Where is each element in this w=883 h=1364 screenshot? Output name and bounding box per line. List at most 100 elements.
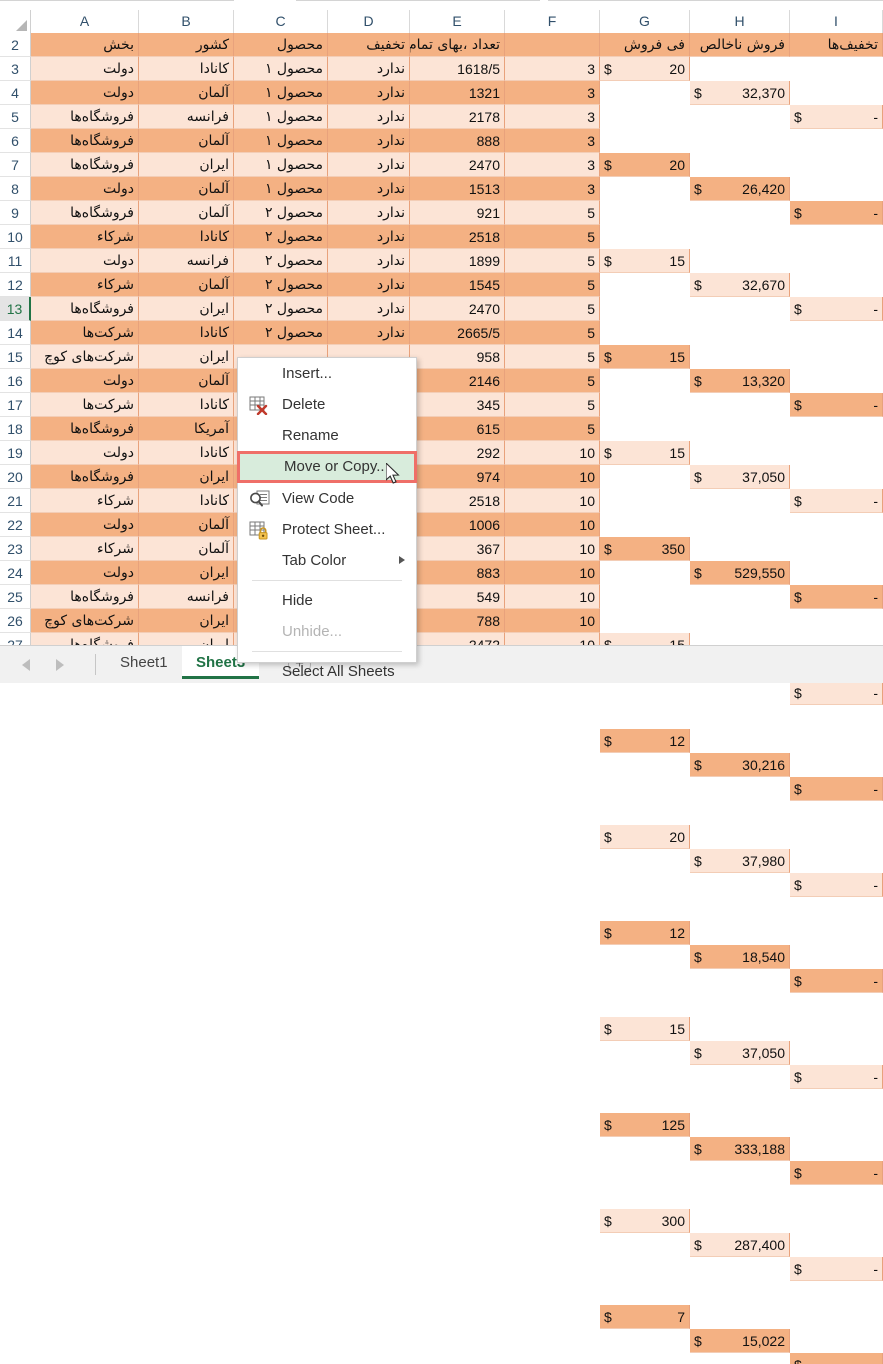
- cell-H5[interactable]: $32,670: [690, 273, 790, 297]
- cell-F22[interactable]: 10: [505, 513, 600, 537]
- cell-F24[interactable]: 10: [505, 561, 600, 585]
- cell-F18[interactable]: 5: [505, 417, 600, 441]
- cell-F25[interactable]: 10: [505, 585, 600, 609]
- cell-C2[interactable]: محصول: [234, 33, 328, 57]
- cell-H7[interactable]: $37,050: [690, 465, 790, 489]
- sheet-tab-bar[interactable]: Sheet1 Sheet3 +: [0, 645, 883, 683]
- cell-F3[interactable]: 3: [505, 57, 600, 81]
- cell-G5[interactable]: $15: [600, 249, 690, 273]
- cell-A3[interactable]: دولت: [31, 57, 139, 81]
- cell-F21[interactable]: 10: [505, 489, 600, 513]
- cell-C10[interactable]: محصول ۲: [234, 225, 328, 249]
- cell-D10[interactable]: ندارد: [328, 225, 410, 249]
- row-header-4[interactable]: 4: [0, 81, 31, 105]
- cell-I12[interactable]: $ -: [790, 969, 883, 993]
- row-header-18[interactable]: 18: [0, 417, 31, 441]
- cell-G13[interactable]: $15: [600, 1017, 690, 1041]
- cell-E2[interactable]: تعداد ،بهای تمام شده: [410, 33, 505, 57]
- row-header-9[interactable]: 9: [0, 201, 31, 225]
- cell-E8[interactable]: 1513: [410, 177, 505, 201]
- row-header-15[interactable]: 15: [0, 345, 31, 369]
- cell-B26[interactable]: ایران: [139, 609, 234, 633]
- cell-G8[interactable]: $350: [600, 537, 690, 561]
- cell-E21[interactable]: 2518: [410, 489, 505, 513]
- sheet-nav-arrows[interactable]: [18, 657, 80, 673]
- cell-F16[interactable]: 5: [505, 369, 600, 393]
- cell-A13[interactable]: فروشگاه‌ها: [31, 297, 139, 321]
- cell-E18[interactable]: 615: [410, 417, 505, 441]
- cell-H12[interactable]: $18,540: [690, 945, 790, 969]
- column-header-f[interactable]: F: [505, 10, 600, 33]
- row-header-7[interactable]: 7: [0, 153, 31, 177]
- menu-item-protect-sheet[interactable]: Protect Sheet...: [238, 514, 416, 545]
- cell-F17[interactable]: 5: [505, 393, 600, 417]
- cell-F26[interactable]: 10: [505, 609, 600, 633]
- cell-B12[interactable]: آلمان: [139, 273, 234, 297]
- row-header-21[interactable]: 21: [0, 489, 31, 513]
- cell-B4[interactable]: آلمان: [139, 81, 234, 105]
- cell-B18[interactable]: آمریکا: [139, 417, 234, 441]
- cell-E22[interactable]: 1006: [410, 513, 505, 537]
- cell-D7[interactable]: ندارد: [328, 153, 410, 177]
- column-header-e[interactable]: E: [410, 10, 505, 33]
- cell-E11[interactable]: 1899: [410, 249, 505, 273]
- cell-A16[interactable]: دولت: [31, 369, 139, 393]
- cell-D2[interactable]: تخفیف: [328, 33, 410, 57]
- cell-E15[interactable]: 958: [410, 345, 505, 369]
- cell-H15[interactable]: $287,400: [690, 1233, 790, 1257]
- cell-B3[interactable]: کانادا: [139, 57, 234, 81]
- cell-I7[interactable]: $ -: [790, 489, 883, 513]
- next-sheet-arrow-icon[interactable]: [56, 659, 64, 671]
- column-header-d[interactable]: D: [328, 10, 410, 33]
- cell-B21[interactable]: کانادا: [139, 489, 234, 513]
- row-header-19[interactable]: 19: [0, 441, 31, 465]
- menu-item-delete[interactable]: Delete: [238, 389, 416, 420]
- cell-B9[interactable]: آلمان: [139, 201, 234, 225]
- cell-A25[interactable]: فروشگاه‌ها: [31, 585, 139, 609]
- sheet-tab-sheet1[interactable]: Sheet1: [106, 646, 182, 679]
- cell-B11[interactable]: فرانسه: [139, 249, 234, 273]
- cell-B17[interactable]: کانادا: [139, 393, 234, 417]
- cell-B14[interactable]: کانادا: [139, 321, 234, 345]
- cell-G10[interactable]: $12: [600, 729, 690, 753]
- sheet-tab-context-menu[interactable]: Insert... Delete Rename Move or Copy... View…: [237, 357, 417, 680]
- cell-H6[interactable]: $13,320: [690, 369, 790, 393]
- cell-I3[interactable]: $ -: [790, 105, 883, 129]
- cell-A14[interactable]: شرکت‌ها: [31, 321, 139, 345]
- cell-F20[interactable]: 10: [505, 465, 600, 489]
- cell-D13[interactable]: ندارد: [328, 297, 410, 321]
- cell-B6[interactable]: آلمان: [139, 129, 234, 153]
- cell-D12[interactable]: ندارد: [328, 273, 410, 297]
- row-header-26[interactable]: 26: [0, 609, 31, 633]
- cell-H4[interactable]: $26,420: [690, 177, 790, 201]
- cell-H10[interactable]: $30,216: [690, 753, 790, 777]
- cell-H8[interactable]: $529,550: [690, 561, 790, 585]
- cell-E4[interactable]: 1321: [410, 81, 505, 105]
- cell-H11[interactable]: $37,980: [690, 849, 790, 873]
- cell-G7[interactable]: $15: [600, 441, 690, 465]
- row-header-10[interactable]: 10: [0, 225, 31, 249]
- cell-F8[interactable]: 3: [505, 177, 600, 201]
- select-all-corner[interactable]: [0, 10, 31, 33]
- cell-C12[interactable]: محصول ۲: [234, 273, 328, 297]
- cell-A15[interactable]: شرکت‌های کوچ: [31, 345, 139, 369]
- column-header-h[interactable]: H: [690, 10, 790, 33]
- cell-D4[interactable]: ندارد: [328, 81, 410, 105]
- cell-F2[interactable]: [505, 33, 600, 57]
- cell-D11[interactable]: ندارد: [328, 249, 410, 273]
- cell-E3[interactable]: 1618/5: [410, 57, 505, 81]
- cell-E5[interactable]: 2178: [410, 105, 505, 129]
- cell-I10[interactable]: $ -: [790, 777, 883, 801]
- cell-E9[interactable]: 921: [410, 201, 505, 225]
- cell-H16[interactable]: $15,022: [690, 1329, 790, 1353]
- spreadsheet-grid[interactable]: ABCDEFGHI 2 بخش کشور محصول تخفیف تعداد ،بهای …: [0, 10, 883, 1364]
- cell-I4[interactable]: $ -: [790, 201, 883, 225]
- column-header-a[interactable]: A: [31, 10, 139, 33]
- row-header-24[interactable]: 24: [0, 561, 31, 585]
- column-header-b[interactable]: B: [139, 10, 234, 33]
- cell-G6[interactable]: $15: [600, 345, 690, 369]
- cell-F14[interactable]: 5: [505, 321, 600, 345]
- cell-E16[interactable]: 2146: [410, 369, 505, 393]
- cell-A26[interactable]: شرکت‌های کوچ: [31, 609, 139, 633]
- cell-I6[interactable]: $ -: [790, 393, 883, 417]
